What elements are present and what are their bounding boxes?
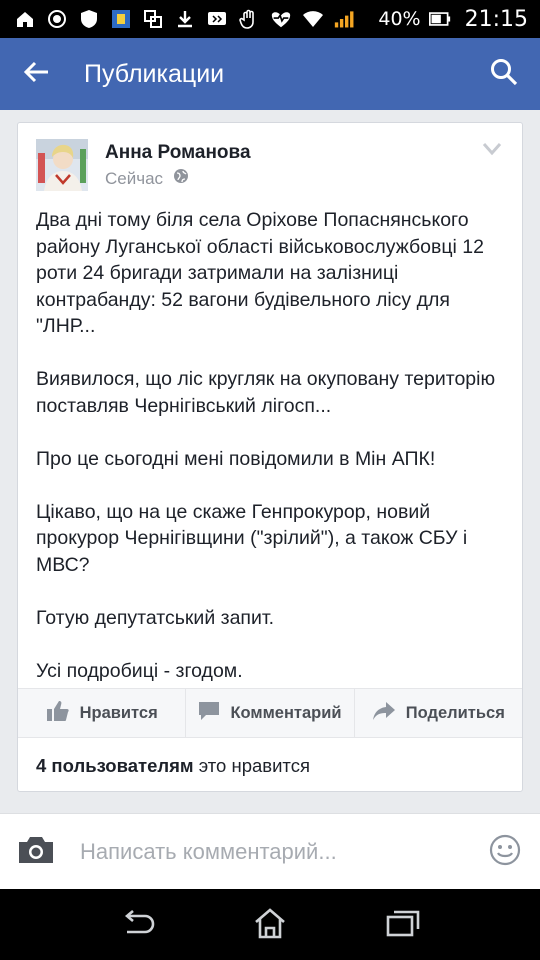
globe-icon	[173, 168, 189, 189]
comment-input[interactable]	[72, 838, 470, 865]
post-paragraph: Цікаво, що на це скаже Генпрокурор, нови…	[36, 500, 468, 576]
recent-apps-icon	[386, 909, 420, 941]
like-button[interactable]: Нравится	[18, 689, 187, 737]
share-button[interactable]: Поделиться	[355, 689, 522, 737]
nav-home-button[interactable]	[240, 895, 300, 955]
post-body: Два дні тому біля села Оріхове Попаснянс…	[36, 207, 506, 684]
battery-percent: 40%	[378, 8, 421, 30]
likes-count: 4 пользователям	[36, 755, 194, 776]
author-name[interactable]: Анна Романова	[105, 142, 251, 164]
post-time[interactable]: Сейчас	[105, 169, 163, 189]
comment-label: Комментарий	[230, 703, 342, 722]
back-arrow-icon	[119, 909, 155, 940]
hand-icon	[238, 8, 260, 30]
page-title: Публикации	[84, 59, 225, 88]
arrow-left-icon	[22, 60, 50, 88]
post-time-row: Сейчас	[105, 168, 189, 189]
comment-button[interactable]: Комментарий	[186, 689, 355, 737]
camera-button[interactable]	[0, 814, 72, 890]
clock: 21:15	[464, 6, 528, 32]
status-bar: 40% 21:15	[0, 0, 540, 38]
shield-icon	[78, 8, 100, 30]
thumbs-up-icon	[46, 700, 70, 727]
post-paragraph: Виявилося, що ліс кругляк на окуповану т…	[36, 368, 496, 417]
like-label: Нравится	[79, 703, 158, 722]
heart-monitor-icon	[270, 8, 292, 30]
avatar[interactable]	[36, 139, 88, 191]
post-card: Анна Романова Сейчас Два дні тому біля с…	[17, 122, 523, 792]
likes-text: это нравится	[193, 755, 310, 776]
comment-bar	[0, 813, 540, 889]
nav-recents-button[interactable]	[373, 895, 433, 955]
share-arrow-icon	[372, 701, 396, 726]
app-bar: Публикации	[0, 38, 540, 110]
chevron-down-icon[interactable]	[482, 141, 502, 156]
post-header: Анна Романова Сейчас	[18, 123, 522, 203]
wifi-icon	[302, 8, 324, 30]
screenshot-icon	[142, 8, 164, 30]
home-icon	[253, 907, 287, 943]
battery-icon	[428, 8, 451, 30]
search-icon	[490, 58, 518, 90]
system-nav-bar	[0, 889, 540, 960]
app-icon	[110, 8, 132, 30]
likes-summary[interactable]: 4 пользователям это нравится	[36, 755, 310, 777]
post-paragraph: Усі подробиці - згодом.	[36, 659, 243, 682]
download-icon	[174, 8, 196, 30]
signal-icon	[334, 8, 356, 30]
comment-icon	[198, 700, 220, 727]
nav-back-button[interactable]	[107, 895, 167, 955]
home-notification-icon	[14, 8, 36, 30]
camera-icon	[17, 835, 55, 869]
message-icon	[206, 8, 228, 30]
post-paragraph: Готую депутатський запит.	[36, 606, 275, 629]
search-button[interactable]	[468, 38, 540, 110]
smiley-icon	[489, 834, 521, 870]
post-actions: Нравится Комментарий Поделиться	[18, 688, 522, 738]
record-icon	[46, 8, 68, 30]
share-label: Поделиться	[405, 703, 505, 722]
post-paragraph: Про це сьогодні мені повідомили в Мін АП…	[36, 447, 436, 470]
post-paragraph: Два дні тому біля села Оріхове Попаснянс…	[36, 209, 484, 337]
back-button[interactable]	[0, 38, 72, 110]
emoji-button[interactable]	[470, 814, 540, 890]
